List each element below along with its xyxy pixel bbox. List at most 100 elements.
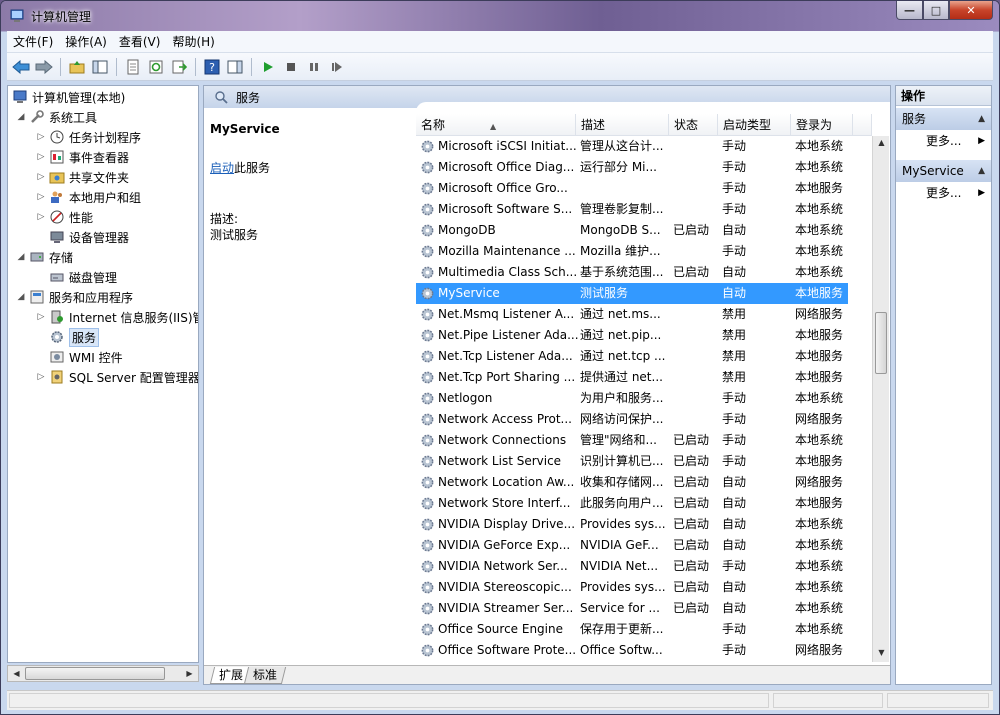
scroll-down-arrow-icon[interactable]: ▼ xyxy=(874,646,889,659)
actions-section-myservice[interactable]: MyService ▲ xyxy=(896,160,991,182)
service-startup-type: 手动 xyxy=(722,160,747,174)
services-scroll-thumb[interactable] xyxy=(875,312,887,374)
column-header-name[interactable]: 名称 ▲ xyxy=(416,114,576,136)
service-row[interactable]: NVIDIA Streamer Ser... Service for ... 已启动… xyxy=(416,598,848,619)
collapse-arrow-icon[interactable]: ◢ xyxy=(16,252,26,262)
show-action-pane-button[interactable] xyxy=(225,57,245,77)
service-status: 已启动 xyxy=(673,538,710,552)
collapse-arrow-icon[interactable]: ◢ xyxy=(16,112,26,122)
tree-item[interactable]: ▷ 共享文件夹 xyxy=(36,167,129,187)
start-service-button[interactable] xyxy=(258,57,278,77)
stop-service-button[interactable] xyxy=(281,57,301,77)
expand-arrow-icon[interactable]: ▷ xyxy=(36,172,46,182)
tree-item[interactable]: ◢ 服务和应用程序 xyxy=(16,287,133,307)
up-folder-button[interactable] xyxy=(67,57,87,77)
service-row[interactable]: Net.Pipe Listener Ada... 通过 net.pip... 禁用 本… xyxy=(416,325,848,346)
maximize-button[interactable]: □ xyxy=(923,1,949,20)
expand-arrow-icon[interactable]: ▷ xyxy=(36,212,46,222)
tree-item[interactable]: ▷ 事件查看器 xyxy=(36,147,129,167)
column-header-logon[interactable]: 登录为 xyxy=(791,114,853,136)
export-list-button[interactable] xyxy=(169,57,189,77)
scroll-left-arrow-icon[interactable]: ◀ xyxy=(9,667,24,680)
service-row[interactable]: NVIDIA Network Ser... NVIDIA Net... 已启动 手动 本… xyxy=(416,556,848,577)
back-button[interactable] xyxy=(11,57,31,77)
service-row[interactable]: Microsoft Software S... 管理卷影复制... 手动 本地系统 xyxy=(416,199,848,220)
scroll-up-arrow-icon[interactable]: ▲ xyxy=(874,136,889,149)
tree-item[interactable]: ▷ Internet 信息服务(IIS)管 xyxy=(36,307,198,327)
collapse-arrow-icon[interactable]: ◢ xyxy=(16,292,26,302)
menu-view[interactable]: 查看(V) xyxy=(113,31,167,53)
service-row[interactable]: Mozilla Maintenance ... Mozilla 维护... 手动 本地… xyxy=(416,241,848,262)
menu-action[interactable]: 操作(A) xyxy=(59,31,113,53)
service-logon-as: 本地系统 xyxy=(795,580,844,594)
service-status xyxy=(673,304,718,325)
service-row[interactable]: Office Source Engine 保存用于更新... 手动 本地系统 xyxy=(416,619,848,640)
tree-scroll-thumb[interactable] xyxy=(25,667,165,680)
service-row[interactable]: Microsoft iSCSI Initiat... 管理从这台计... 手动 本地系… xyxy=(416,136,848,157)
help-button[interactable]: ? xyxy=(202,57,222,77)
refresh-button[interactable] xyxy=(146,57,166,77)
tree-item[interactable]: 服务 xyxy=(36,327,100,347)
tree-item[interactable]: 计算机管理(本地) xyxy=(12,87,125,107)
service-row[interactable]: Network List Service 识别计算机已... 已启动 手动 本地服务 xyxy=(416,451,848,472)
service-row[interactable]: Network Access Prot... 网络访问保护... 手动 网络服务 xyxy=(416,409,848,430)
service-row[interactable]: NVIDIA Stereoscopic... Provides sys... 已启动… xyxy=(416,577,848,598)
service-row[interactable]: Netlogon 为用户和服务... 手动 本地系统 xyxy=(416,388,848,409)
service-row[interactable]: Net.Tcp Listener Ada... 通过 net.tcp ... 禁用 本… xyxy=(416,346,848,367)
close-button[interactable]: ✕ xyxy=(949,1,993,20)
actions-more-myservice[interactable]: 更多... ▶ xyxy=(896,182,991,204)
properties-button[interactable] xyxy=(123,57,143,77)
start-service-link[interactable]: 启动 xyxy=(210,161,234,175)
tree-item[interactable]: ▷ 本地用户和组 xyxy=(36,187,141,207)
service-row[interactable]: NVIDIA Display Drive... Provides sys... 已启… xyxy=(416,514,848,535)
service-row[interactable]: Office Software Prote... Office Softw... 手… xyxy=(416,640,848,661)
service-row[interactable]: Net.Msmq Listener A... 通过 net.ms... 禁用 网络服务 xyxy=(416,304,848,325)
restart-service-button[interactable] xyxy=(327,57,347,77)
expand-arrow-icon[interactable]: ▷ xyxy=(36,132,46,142)
menu-file[interactable]: 文件(F) xyxy=(7,31,59,53)
service-row[interactable]: Network Connections 管理"网络和... 已启动 手动 本地系统 xyxy=(416,430,848,451)
service-row[interactable]: Microsoft Office Diag... 运行部分 Mi... 手动 本地系统 xyxy=(416,157,848,178)
service-startup-type: 手动 xyxy=(722,391,747,405)
tree-item[interactable]: ◢ 系统工具 xyxy=(16,107,97,127)
service-row[interactable]: Network Store Interf... 此服务向用户... 已启动 自动 本地服… xyxy=(416,493,848,514)
tree-item[interactable]: ▷ 任务计划程序 xyxy=(36,127,141,147)
title-bar[interactable]: 计算机管理 — □ ✕ xyxy=(1,1,999,31)
device-manager-icon xyxy=(49,229,65,245)
forward-button[interactable] xyxy=(34,57,54,77)
column-header-startup-type[interactable]: 启动类型 xyxy=(718,114,791,136)
tree-horizontal-scrollbar[interactable]: ◀ ▶ xyxy=(7,665,199,682)
expand-arrow-icon[interactable]: ▷ xyxy=(36,372,46,382)
expand-arrow-icon[interactable]: ▷ xyxy=(36,312,46,322)
service-row[interactable]: MyService 测试服务 自动 本地服务 xyxy=(416,283,848,304)
collapse-up-icon[interactable]: ▲ xyxy=(978,160,985,182)
services-vertical-scrollbar[interactable]: ▲ ▼ xyxy=(872,136,889,662)
service-row[interactable]: Multimedia Class Sch... 基于系统范围... 已启动 自动 本地系… xyxy=(416,262,848,283)
expand-arrow-icon[interactable]: ▷ xyxy=(36,192,46,202)
tree-item[interactable]: 磁盘管理 xyxy=(36,267,117,287)
service-row[interactable]: Microsoft Office Gro... 手动 本地服务 xyxy=(416,178,848,199)
expand-arrow-icon[interactable]: ▷ xyxy=(36,152,46,162)
pause-service-button[interactable] xyxy=(304,57,324,77)
column-header-status[interactable]: 状态 xyxy=(669,114,718,136)
tree-item[interactable]: ▷ 性能 xyxy=(36,207,93,227)
tree-item[interactable]: ▷ SQL Server 配置管理器 xyxy=(36,367,198,387)
tree-item[interactable]: ◢ 存储 xyxy=(16,247,73,267)
tree-item[interactable]: WMI 控件 xyxy=(36,347,123,367)
menu-help[interactable]: 帮助(H) xyxy=(166,31,220,53)
column-header-description[interactable]: 描述 xyxy=(576,114,669,136)
scroll-right-arrow-icon[interactable]: ▶ xyxy=(182,667,197,680)
action-pane-icon xyxy=(227,60,243,73)
tree-item[interactable]: 设备管理器 xyxy=(36,227,129,247)
tab-standard[interactable]: 标准 xyxy=(243,667,287,684)
service-row[interactable]: MongoDB MongoDB S... 已启动 自动 本地系统 xyxy=(416,220,848,241)
actions-section-services[interactable]: 服务 ▲ xyxy=(896,108,991,130)
service-row[interactable]: Net.Tcp Port Sharing ... 提供通过 net... 禁用 本地服… xyxy=(416,367,848,388)
service-row[interactable]: NVIDIA GeForce Exp... NVIDIA GeF... 已启动 自动 本… xyxy=(416,535,848,556)
service-row[interactable]: Network Location Aw... 收集和存储网... 已启动 自动 网络服务 xyxy=(416,472,848,493)
show-hide-tree-button[interactable] xyxy=(90,57,110,77)
start-service-link-line: 启动此服务 xyxy=(210,159,270,176)
collapse-up-icon[interactable]: ▲ xyxy=(978,108,985,130)
minimize-button[interactable]: — xyxy=(896,1,923,20)
actions-more-services[interactable]: 更多... ▶ xyxy=(896,130,991,152)
